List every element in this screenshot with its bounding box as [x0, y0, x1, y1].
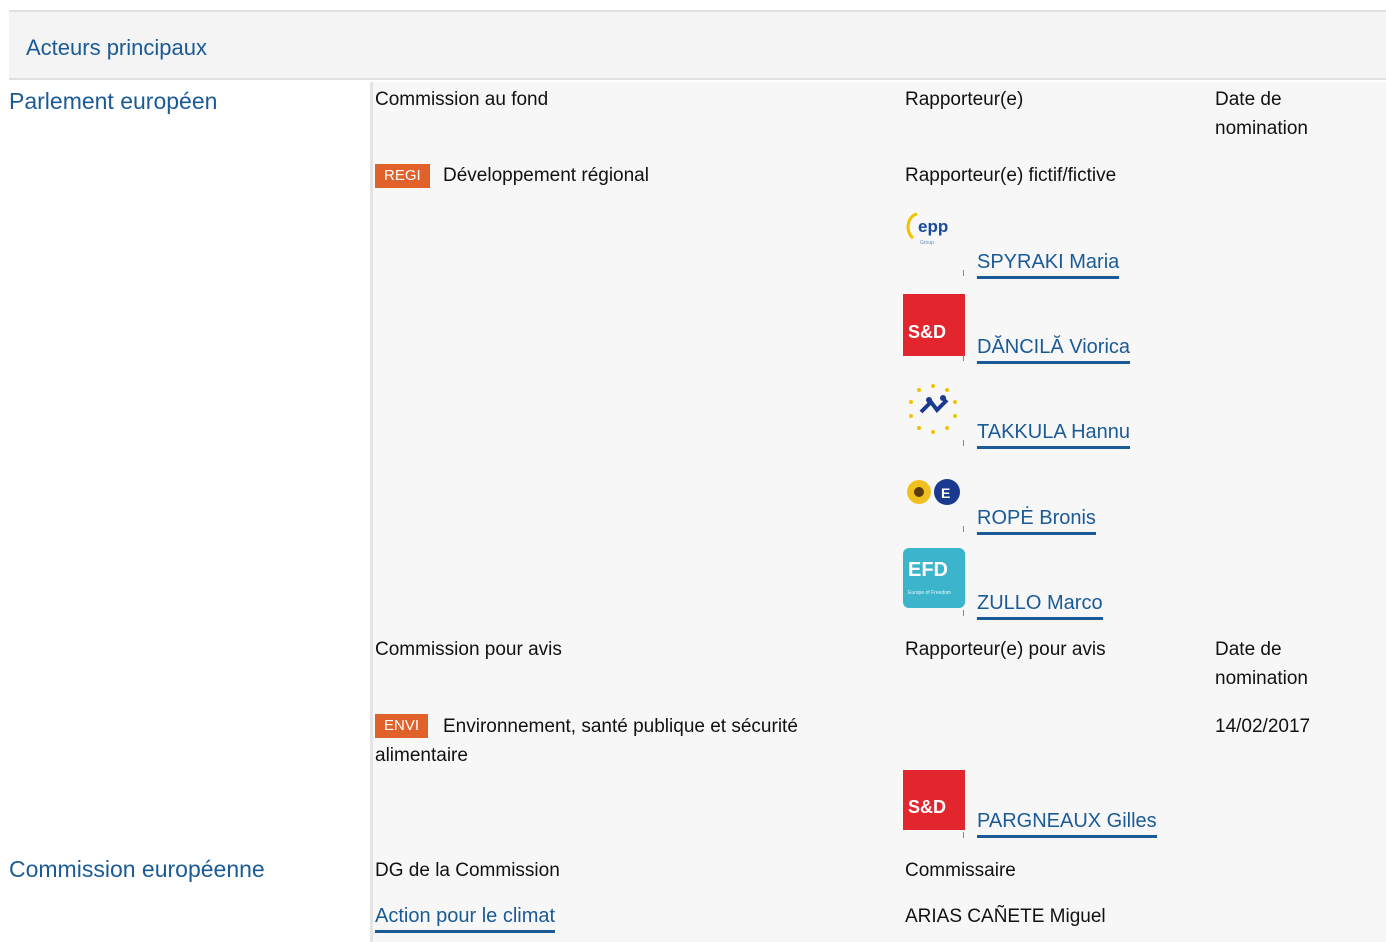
greens-efa-logo-icon: E [903, 468, 965, 530]
regi-badge: REGI [375, 164, 430, 188]
epp-logo-icon: epp Group [903, 208, 965, 270]
shadow-rapporteur-link[interactable]: DĂNCILĂ Viorica [977, 335, 1131, 364]
sd-logo-icon: S&D [903, 770, 965, 832]
svg-text:S&D: S&D [908, 797, 946, 817]
lead-committee-header: Commission au fond [375, 89, 549, 110]
shadow-rapporteur-link[interactable]: SPYRAKI Maria [977, 250, 1120, 279]
actors-column: Parlement européen Commission européenne [0, 82, 370, 942]
svg-text:epp: epp [918, 217, 948, 236]
shadow-rapporteur-header: Rapporteur(e) fictif/fictive [905, 165, 1117, 186]
svg-text:Europe of Freedom: Europe of Freedom [908, 590, 951, 596]
section-header: Acteurs principaux [9, 10, 1386, 80]
parliament-label: Parlement européen [9, 88, 218, 114]
efd-logo-icon: EFD Europe of Freedom [903, 548, 965, 608]
svg-text:E: E [941, 485, 950, 501]
details-panel [370, 82, 1386, 942]
svg-text:EFD: EFD [908, 559, 948, 581]
opinion-rapporteur-link[interactable]: PARGNEAUX Gilles [977, 809, 1157, 838]
svg-text:S&D: S&D [908, 322, 946, 342]
sd-logo-icon: S&D [903, 294, 965, 356]
opinion-date-header: Date de nomination [1215, 639, 1308, 689]
svg-text:Group: Group [920, 240, 934, 246]
shadow-rapporteur-link[interactable]: TAKKULA Hannu [977, 420, 1131, 449]
lead-committee-name: Développement régional [443, 165, 649, 186]
dg-link[interactable]: Action pour le climat [375, 904, 556, 933]
shadow-rapporteur-link[interactable]: ZULLO Marco [977, 591, 1103, 620]
commission-label: Commission européenne [9, 856, 265, 882]
lead-date-header: Date de nomination [1215, 89, 1308, 139]
section-title: Acteurs principaux [26, 35, 207, 60]
opinion-committee-header: Commission pour avis [375, 639, 562, 660]
commissioner-name: ARIAS CAÑETE Miguel [905, 906, 1106, 927]
opinion-committee-name: Environnement, santé publique et sécurit… [375, 716, 798, 766]
alde-logo-icon [903, 378, 965, 440]
lead-rapporteur-header: Rapporteur(e) [905, 89, 1024, 110]
opinion-date: 14/02/2017 [1215, 716, 1311, 737]
commissioner-header: Commissaire [905, 860, 1016, 881]
opinion-rapporteur-header: Rapporteur(e) pour avis [905, 639, 1106, 660]
shadow-rapporteur-link[interactable]: ROPĖ Bronis [977, 506, 1096, 535]
dg-header: DG de la Commission [375, 860, 560, 881]
